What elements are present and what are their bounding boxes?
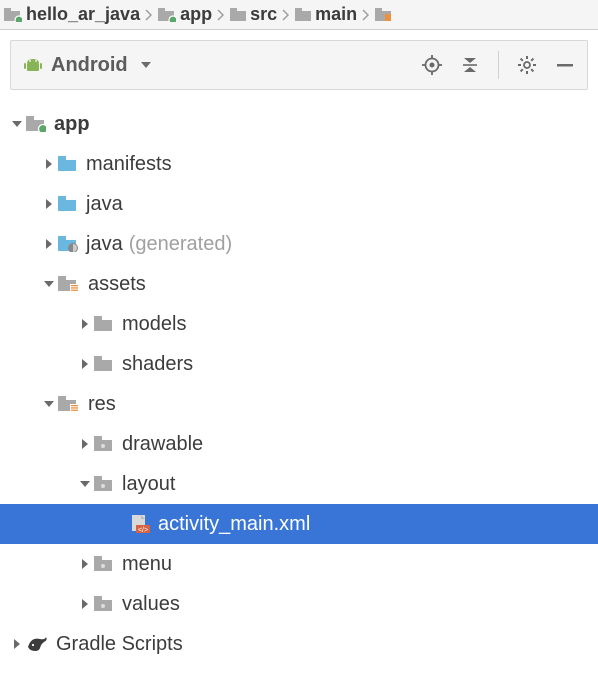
expand-arrow-right-icon[interactable] [76, 558, 94, 570]
expand-arrow-down-icon[interactable] [40, 398, 58, 410]
breadcrumb-item[interactable]: main [291, 4, 361, 25]
chevron-right-icon [144, 7, 154, 23]
folder-res-icon [58, 276, 80, 292]
tree-item-label: app [54, 114, 90, 134]
module-icon [158, 8, 176, 22]
expand-arrow-down-icon[interactable] [76, 478, 94, 490]
expand-arrow-down-icon[interactable] [40, 278, 58, 290]
folder-grey-dot-icon [94, 556, 114, 572]
folder-icon [230, 8, 246, 21]
folder-icon [295, 8, 311, 21]
module-icon [4, 8, 22, 22]
dropdown-icon[interactable] [136, 55, 156, 75]
tree-item-res[interactable]: res [0, 384, 598, 424]
folder-grey-dot-icon [94, 436, 114, 452]
project-tree[interactable]: app manifests java java (generated) assets mod… [0, 100, 598, 664]
xml-file-icon: </> [130, 515, 150, 533]
breadcrumb-label: src [250, 4, 277, 25]
svg-text:</>: </> [138, 527, 148, 533]
tree-item-label: shaders [122, 354, 193, 374]
folder-blue-icon [58, 196, 78, 212]
tree-item-label: java [86, 234, 123, 254]
gradle-icon [26, 635, 48, 653]
chevron-right-icon [216, 7, 226, 23]
breadcrumb-item[interactable]: src [226, 4, 281, 25]
tree-item-label: manifests [86, 154, 172, 174]
expand-arrow-right-icon[interactable] [8, 638, 26, 650]
breadcrumb-item[interactable] [371, 8, 399, 21]
tree-item-java-gen[interactable]: java (generated) [0, 224, 598, 264]
tree-item-models[interactable]: models [0, 304, 598, 344]
chevron-right-icon [361, 7, 371, 23]
expand-arrow-down-icon[interactable] [8, 118, 26, 130]
tree-item-layout[interactable]: layout [0, 464, 598, 504]
expand-arrow-right-icon[interactable] [40, 158, 58, 170]
breadcrumb-label: main [315, 4, 357, 25]
divider [498, 51, 499, 79]
tree-item-suffix: (generated) [129, 234, 232, 254]
tree-item-label: layout [122, 474, 175, 494]
folder-grey-icon [94, 316, 114, 332]
tree-item-activity_main[interactable]: </> activity_main.xml [0, 504, 598, 544]
expand-arrow-right-icon[interactable] [76, 598, 94, 610]
breadcrumb-label: hello_ar_java [26, 4, 140, 25]
expand-arrow-right-icon[interactable] [40, 238, 58, 250]
breadcrumb: hello_ar_java app src main [0, 0, 598, 30]
tree-item-label: res [88, 394, 116, 414]
expand-arrow-right-icon[interactable] [40, 198, 58, 210]
expand-arrow-right-icon[interactable] [76, 318, 94, 330]
target-icon[interactable] [422, 55, 442, 75]
tree-item-label: java [86, 194, 123, 214]
module-green-icon [26, 116, 46, 132]
folder-blue-icon [58, 156, 78, 172]
tree-item-label: menu [122, 554, 172, 574]
tree-item-values[interactable]: values [0, 584, 598, 624]
folder-grey-icon [94, 356, 114, 372]
panel-title[interactable]: Android [51, 54, 128, 77]
tree-item-label: Gradle Scripts [56, 634, 183, 654]
collapse-all-icon[interactable] [460, 55, 480, 75]
tree-item-menu[interactable]: menu [0, 544, 598, 584]
expand-arrow-right-icon[interactable] [76, 358, 94, 370]
tree-item-shaders[interactable]: shaders [0, 344, 598, 384]
folder-grey-dot-icon [94, 476, 114, 492]
expand-arrow-right-icon[interactable] [76, 438, 94, 450]
tree-item-label: activity_main.xml [158, 514, 310, 534]
gear-icon[interactable] [517, 55, 537, 75]
tree-item-label: assets [88, 274, 146, 294]
folder-grey-dot-icon [94, 596, 114, 612]
tree-item-assets[interactable]: assets [0, 264, 598, 304]
tree-item-gradle-scripts[interactable]: Gradle Scripts [0, 624, 598, 664]
android-icon [23, 55, 43, 75]
chevron-right-icon [281, 7, 291, 23]
tree-item-drawable[interactable]: drawable [0, 424, 598, 464]
breadcrumb-label: app [180, 4, 212, 25]
folder-res-icon [58, 396, 80, 412]
breadcrumb-item[interactable]: app [154, 4, 216, 25]
tree-item-app[interactable]: app [0, 104, 598, 144]
breadcrumb-item[interactable]: hello_ar_java [0, 4, 144, 25]
minimize-icon[interactable] [555, 55, 575, 75]
tree-item-java[interactable]: java [0, 184, 598, 224]
project-panel-header: Android [10, 40, 588, 90]
tree-item-label: models [122, 314, 186, 334]
tree-item-manifests[interactable]: manifests [0, 144, 598, 184]
folder-gen-icon [58, 236, 78, 252]
tree-item-label: values [122, 594, 180, 614]
folder-icon [375, 8, 391, 21]
tree-item-label: drawable [122, 434, 203, 454]
